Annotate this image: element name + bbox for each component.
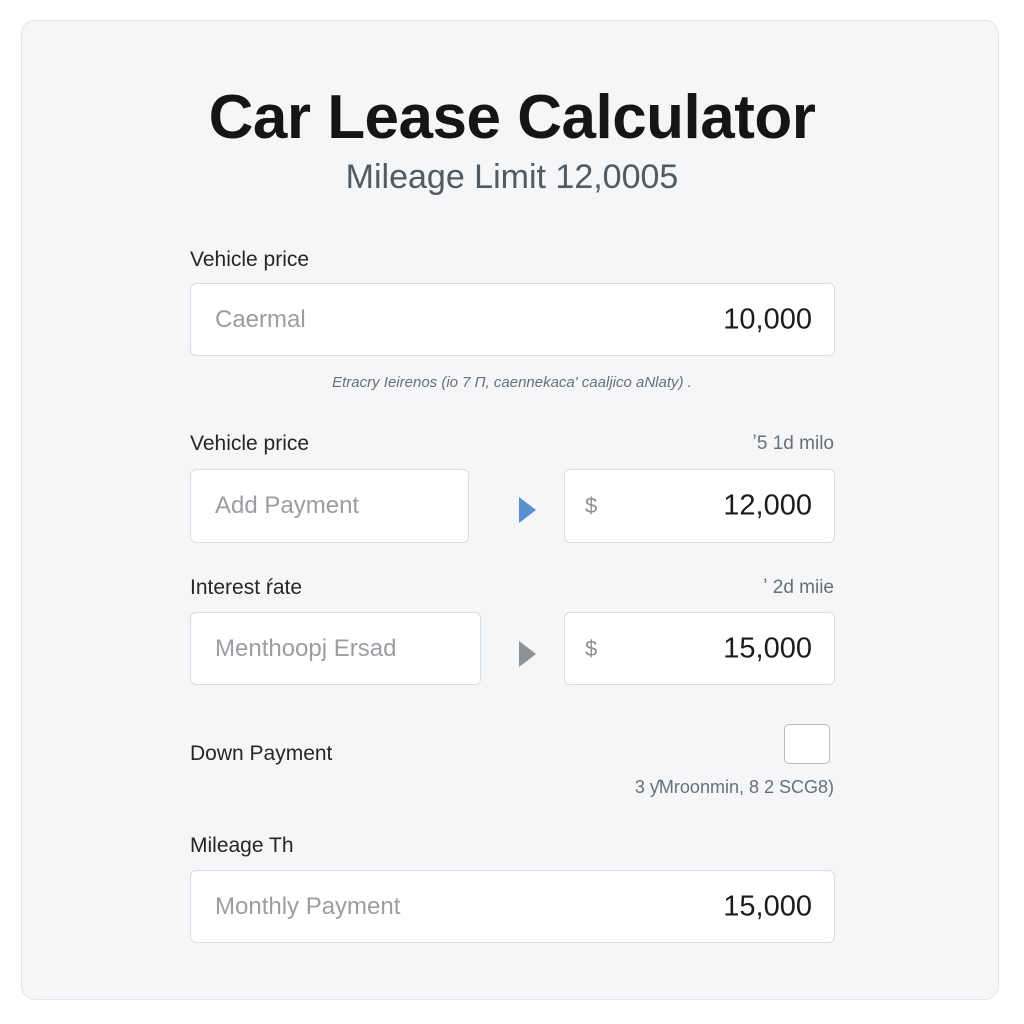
payment-amount-input[interactable]: $ 12,000 bbox=[564, 469, 835, 543]
vehicle-price-placeholder: Caermal bbox=[215, 305, 306, 333]
down-payment-note: 3 ƴMroonmin, 8 2 SCG8) bbox=[634, 777, 834, 797]
monthly-payment-input[interactable]: Monthly Payment 15,000 bbox=[190, 870, 835, 943]
page-title: Car Lease Calculator bbox=[208, 83, 816, 152]
interest-rate-label: Interest ŕate bbox=[190, 576, 303, 599]
vehicle-price-note: Etracry Ieirenos (io 7 Π, caennekaca' ca… bbox=[332, 374, 692, 391]
add-payment-placeholder: Add Payment bbox=[215, 492, 360, 519]
monthly-lease-placeholder: Menthoopj Ersad bbox=[215, 634, 397, 662]
interest-amount-value: 15,000 bbox=[723, 632, 812, 664]
mileage-label: Mileage Th bbox=[190, 834, 294, 857]
monthly-payment-value: 15,000 bbox=[723, 890, 812, 922]
vehicle-price-input[interactable]: Caermal 10,000 bbox=[190, 283, 835, 356]
payment-amount-value: 12,000 bbox=[723, 489, 812, 522]
monthly-payment-placeholder: Monthly Payment bbox=[215, 892, 401, 920]
triangle-right-icon[interactable] bbox=[519, 497, 536, 523]
vehicle-price-value: 10,000 bbox=[723, 303, 812, 335]
down-payment-checkbox[interactable] bbox=[784, 724, 830, 764]
interest-amount-input[interactable]: $ 15,000 bbox=[564, 612, 835, 685]
page-subtitle: Mileage Limit 12,0005 bbox=[345, 158, 679, 196]
payment-row-hint: ʼ5 1d milo bbox=[752, 433, 834, 454]
interest-row-hint: ʼ 2d miie bbox=[763, 577, 834, 598]
add-payment-input[interactable]: Add Payment bbox=[190, 469, 469, 543]
triangle-right-icon[interactable] bbox=[519, 641, 536, 667]
down-payment-label: Down Payment bbox=[190, 742, 333, 765]
dollar-sign: $ bbox=[585, 493, 598, 518]
dollar-sign: $ bbox=[585, 635, 598, 661]
monthly-lease-input[interactable]: Menthoopj Ersad bbox=[190, 612, 481, 685]
payment-row-label: Vehicle price bbox=[190, 432, 310, 455]
vehicle-price-label: Vehicle price bbox=[190, 248, 310, 271]
